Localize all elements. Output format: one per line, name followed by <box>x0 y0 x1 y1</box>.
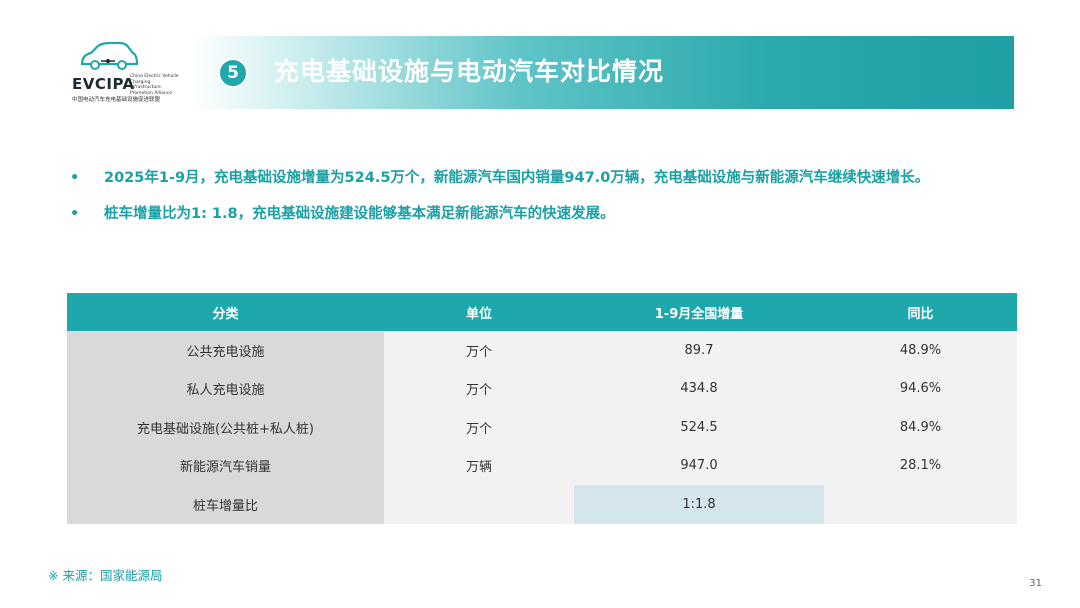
bullet-marker: • <box>70 170 80 186</box>
cell-increment: 89.7 <box>574 331 824 370</box>
cell-yoy: 28.1% <box>824 446 1017 485</box>
bullet-item: • 2025年1-9月，充电基础设施增量为524.5万个，新能源汽车国内销量94… <box>70 168 1010 189</box>
cell-category: 私人充电设施 <box>67 369 384 408</box>
logo-chinese-name: 中国电动汽车充电基础设施促进联盟 <box>72 97 161 103</box>
cell-category: 桩车增量比 <box>67 485 384 524</box>
bullet-item: • 桩车增量比为1: 1.8，充电基础设施建设能够基本满足新能源汽车的快速发展。 <box>70 204 1010 225</box>
page-number: 31 <box>1029 578 1042 589</box>
cell-unit: 万个 <box>384 408 574 447</box>
cell-unit: 万个 <box>384 369 574 408</box>
table-header-row: 分类 单位 1-9月全国增量 同比 <box>67 293 1017 331</box>
header-category: 分类 <box>67 293 384 331</box>
cell-increment: 947.0 <box>574 446 824 485</box>
bullet-text: 2025年1-9月，充电基础设施增量为524.5万个，新能源汽车国内销量947.… <box>104 170 930 186</box>
table-row-ratio: 桩车增量比 1:1.8 <box>67 485 1017 524</box>
cell-yoy: 48.9% <box>824 331 1017 370</box>
cell-increment: 524.5 <box>574 408 824 447</box>
cell-unit <box>384 485 574 524</box>
header-increment: 1-9月全国增量 <box>574 293 824 331</box>
bullet-marker: • <box>70 206 80 222</box>
cell-yoy <box>824 485 1017 524</box>
cell-ratio-value: 1:1.8 <box>574 485 824 524</box>
logo-english-line: China Electric Vehicle <box>130 74 179 79</box>
ev-car-plug-icon <box>80 42 138 70</box>
table-row: 公共充电设施 万个 89.7 48.9% <box>67 331 1017 370</box>
cell-category: 新能源汽车销量 <box>67 446 384 485</box>
cell-category: 公共充电设施 <box>67 331 384 370</box>
page-title: 充电基础设施与电动汽车对比情况 <box>274 57 665 86</box>
source-note: ※ 来源：国家能源局 <box>48 568 163 583</box>
header-unit: 单位 <box>384 293 574 331</box>
logo-english-line: Charging Infrastructure <box>130 79 161 91</box>
cell-unit: 万个 <box>384 331 574 370</box>
cell-yoy: 94.6% <box>824 369 1017 408</box>
table-row: 私人充电设施 万个 434.8 94.6% <box>67 369 1017 408</box>
comparison-table: 分类 单位 1-9月全国增量 同比 公共充电设施 万个 89.7 48.9% 私… <box>67 293 1017 524</box>
table-row: 新能源汽车销量 万辆 947.0 28.1% <box>67 446 1017 485</box>
logo-english-name: China Electric Vehicle Charging Infrastr… <box>130 74 180 96</box>
header-yoy: 同比 <box>824 293 1017 331</box>
bullet-list: • 2025年1-9月，充电基础设施增量为524.5万个，新能源汽车国内销量94… <box>70 168 1010 240</box>
cell-category: 充电基础设施(公共桩+私人桩) <box>67 408 384 447</box>
cell-unit: 万辆 <box>384 446 574 485</box>
section-number-badge: 5 <box>218 58 248 88</box>
cell-yoy: 84.9% <box>824 408 1017 447</box>
table-row: 充电基础设施(公共桩+私人桩) 万个 524.5 84.9% <box>67 408 1017 447</box>
logo-brand-text: EVCIPA <box>72 75 135 93</box>
bullet-text: 桩车增量比为1: 1.8，充电基础设施建设能够基本满足新能源汽车的快速发展。 <box>104 206 615 222</box>
evcipa-logo: EVCIPA China Electric Vehicle Charging I… <box>68 42 188 108</box>
cell-increment: 434.8 <box>574 369 824 408</box>
